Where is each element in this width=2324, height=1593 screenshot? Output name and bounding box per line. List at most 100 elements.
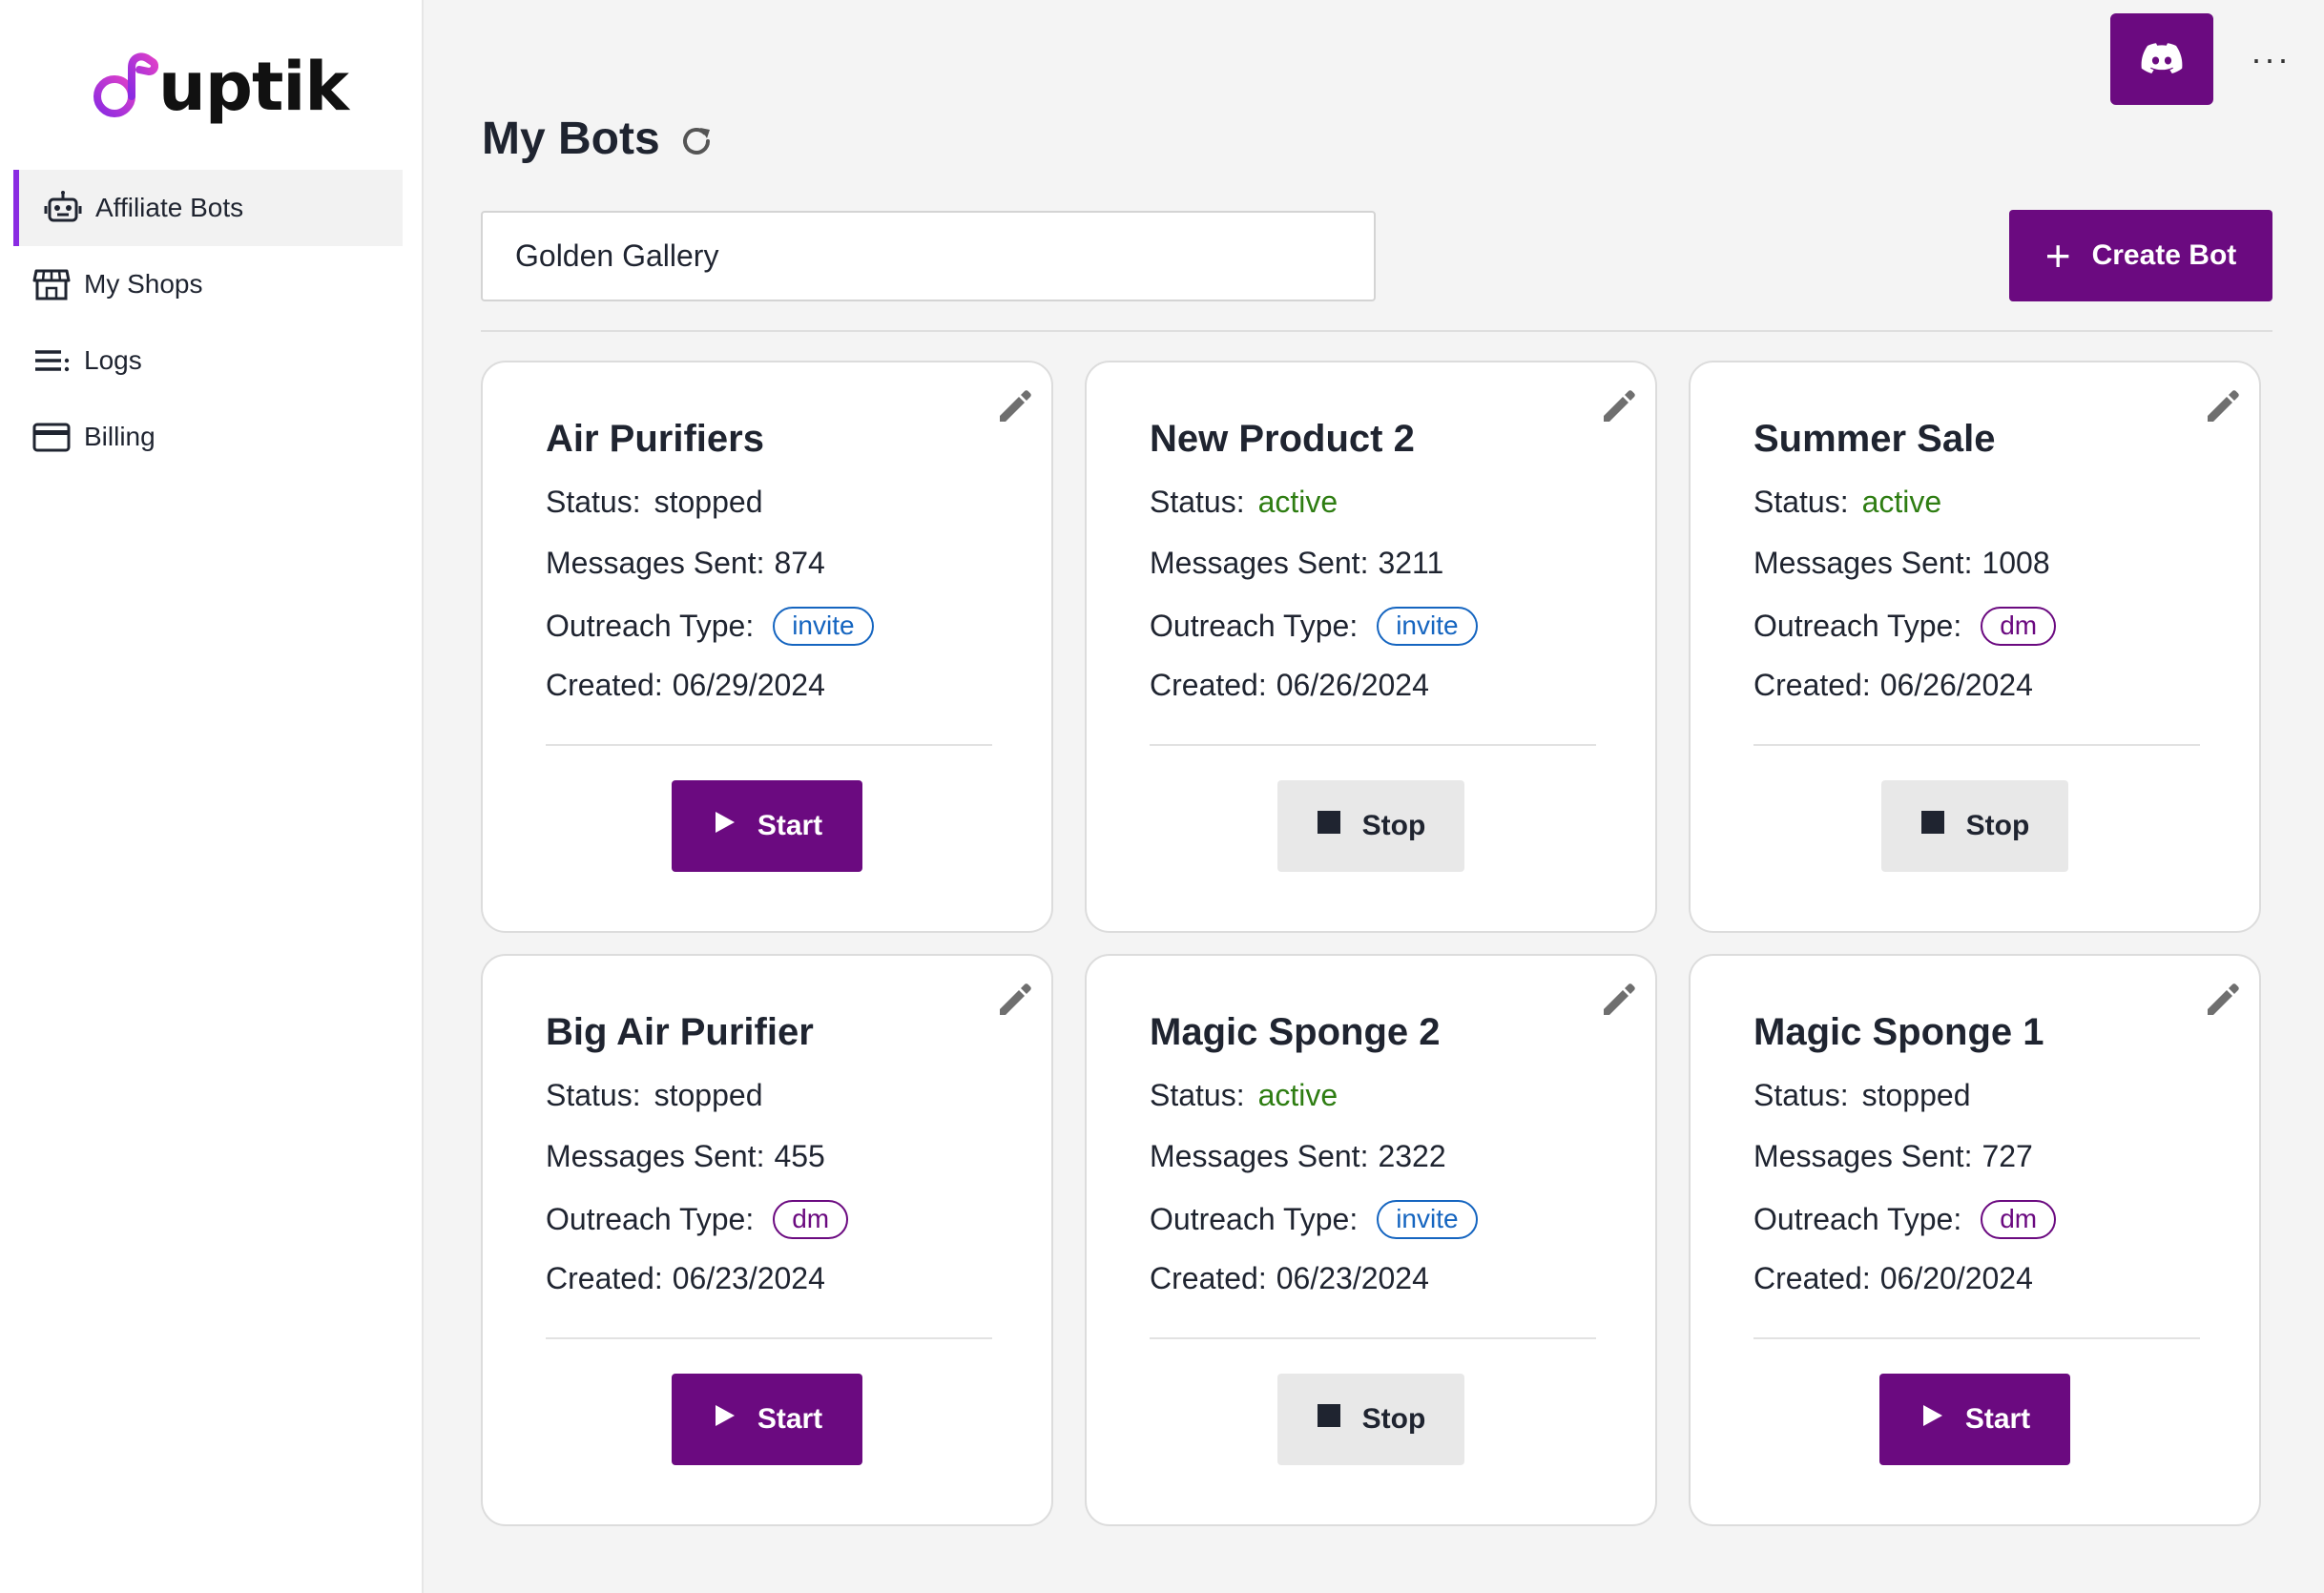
- edit-pencil-icon[interactable]: [1596, 977, 1642, 1023]
- bot-action-label: Start: [1964, 1403, 2031, 1435]
- sidebar-item-label: Billing: [84, 422, 156, 451]
- outreach-badge: dm: [1981, 1200, 2057, 1239]
- outreach-label: Outreach Type:: [1150, 1201, 1359, 1236]
- edit-pencil-icon[interactable]: [992, 383, 1038, 429]
- edit-pencil-icon[interactable]: [2200, 977, 2246, 1023]
- outreach-label: Outreach Type:: [1753, 1201, 1962, 1236]
- outreach-row: Outreach Type: invite: [546, 607, 874, 646]
- status-row: Status: active: [1150, 1078, 1338, 1113]
- status-label: Status:: [1753, 485, 1849, 519]
- start-button[interactable]: Start: [672, 1374, 862, 1465]
- status-label: Status:: [1150, 485, 1245, 519]
- messages-label: Messages Sent:: [1753, 1139, 1973, 1173]
- status-label: Status:: [546, 485, 641, 519]
- outreach-label: Outreach Type:: [546, 608, 755, 643]
- messages-row: Messages Sent: 874: [546, 546, 825, 581]
- sidebar-item-affiliate-bots[interactable]: Affiliate Bots: [13, 170, 403, 246]
- outreach-row: Outreach Type: invite: [1150, 607, 1478, 646]
- outreach-badge: dm: [1981, 607, 2057, 646]
- sidebar-item-my-shops[interactable]: My Shops: [13, 246, 403, 322]
- bot-action-label: Stop: [1965, 810, 2030, 841]
- edit-pencil-icon[interactable]: [1596, 383, 1642, 429]
- stop-button[interactable]: Stop: [1881, 780, 2068, 872]
- credit-card-icon: [32, 418, 71, 456]
- stop-icon: [1317, 1403, 1362, 1436]
- bot-name: Summer Sale: [1753, 418, 1996, 460]
- stop-button[interactable]: Stop: [1277, 1374, 1464, 1465]
- stop-icon: [1920, 810, 1966, 842]
- sidebar-item-billing[interactable]: Billing: [13, 399, 403, 475]
- uptik-logo[interactable]: uptik: [90, 44, 349, 130]
- created-row: Created: 06/29/2024: [546, 668, 825, 703]
- start-button[interactable]: Start: [672, 780, 862, 872]
- created-value: 06/26/2024: [1879, 668, 2033, 702]
- messages-value: 3211: [1378, 546, 1444, 580]
- outreach-row: Outreach Type: dm: [546, 1200, 849, 1239]
- messages-row: Messages Sent: 3211: [1150, 546, 1443, 581]
- messages-label: Messages Sent:: [1150, 546, 1369, 580]
- stop-icon: [1317, 810, 1362, 842]
- messages-row: Messages Sent: 2322: [1150, 1139, 1446, 1174]
- storefront-icon: [32, 265, 71, 303]
- outreach-label: Outreach Type:: [1753, 608, 1962, 643]
- bot-action-label: Start: [757, 1403, 823, 1435]
- status-row: Status: stopped: [1753, 1078, 1970, 1113]
- bot-name: Magic Sponge 2: [1150, 1011, 1441, 1053]
- outreach-label: Outreach Type:: [546, 1201, 755, 1236]
- card-divider: [1753, 1337, 2200, 1339]
- plus-icon: +: [2044, 231, 2071, 280]
- card-divider: [546, 744, 992, 746]
- created-label: Created:: [546, 1261, 663, 1295]
- bot-card: Summer Sale Status: active Messages Sent…: [1689, 361, 2261, 933]
- more-options-button[interactable]: ···: [2251, 36, 2290, 82]
- sidebar-item-logs[interactable]: Logs: [13, 322, 403, 399]
- stop-button[interactable]: Stop: [1277, 780, 1464, 872]
- messages-label: Messages Sent:: [546, 1139, 765, 1173]
- bot-action-label: Start: [757, 810, 823, 841]
- outreach-label: Outreach Type:: [1150, 608, 1359, 643]
- bot-card: Big Air Purifier Status: stopped Message…: [481, 954, 1053, 1526]
- bot-card: Air Purifiers Status: stopped Messages S…: [481, 361, 1053, 933]
- bot-name: Magic Sponge 1: [1753, 1011, 2044, 1053]
- robot-icon: [44, 189, 82, 227]
- outreach-row: Outreach Type: dm: [1753, 607, 2057, 646]
- status-value: stopped: [654, 1078, 763, 1112]
- play-icon: [712, 1403, 757, 1436]
- search-input[interactable]: [481, 211, 1376, 301]
- created-label: Created:: [1753, 1261, 1871, 1295]
- uptik-logo-icon: [93, 52, 158, 117]
- discord-button[interactable]: [2110, 13, 2213, 105]
- outreach-badge: dm: [773, 1200, 849, 1239]
- bot-card: New Product 2 Status: active Messages Se…: [1085, 361, 1657, 933]
- outreach-badge: invite: [773, 607, 874, 646]
- status-row: Status: active: [1753, 485, 1941, 520]
- refresh-icon[interactable]: [675, 120, 717, 162]
- status-label: Status:: [1753, 1078, 1849, 1112]
- outreach-row: Outreach Type: dm: [1753, 1200, 2057, 1239]
- created-value: 06/23/2024: [672, 1261, 825, 1295]
- messages-value: 727: [1982, 1139, 2033, 1173]
- messages-value: 455: [774, 1139, 825, 1173]
- edit-pencil-icon[interactable]: [2200, 383, 2246, 429]
- list-icon: [32, 341, 71, 380]
- create-bot-button[interactable]: + Create Bot: [2009, 210, 2272, 301]
- page-title: My Bots: [482, 114, 660, 164]
- status-value: active: [1257, 485, 1338, 519]
- start-button[interactable]: Start: [1879, 1374, 2070, 1465]
- card-divider: [1150, 744, 1596, 746]
- messages-row: Messages Sent: 455: [546, 1139, 825, 1174]
- header-divider: [481, 330, 2272, 332]
- card-divider: [546, 1337, 992, 1339]
- status-label: Status:: [1150, 1078, 1245, 1112]
- outreach-row: Outreach Type: invite: [1150, 1200, 1478, 1239]
- bot-grid: Air Purifiers Status: stopped Messages S…: [481, 361, 2261, 1526]
- outreach-badge: invite: [1377, 1200, 1478, 1239]
- messages-label: Messages Sent:: [546, 546, 765, 580]
- sidebar: uptik Affiliate Bots My Shops Logs Billi…: [0, 0, 424, 1593]
- created-value: 06/29/2024: [672, 668, 825, 702]
- edit-pencil-icon[interactable]: [992, 977, 1038, 1023]
- created-label: Created:: [546, 668, 663, 702]
- status-value: active: [1257, 1078, 1338, 1112]
- created-value: 06/26/2024: [1276, 668, 1429, 702]
- play-icon: [1919, 1403, 1965, 1436]
